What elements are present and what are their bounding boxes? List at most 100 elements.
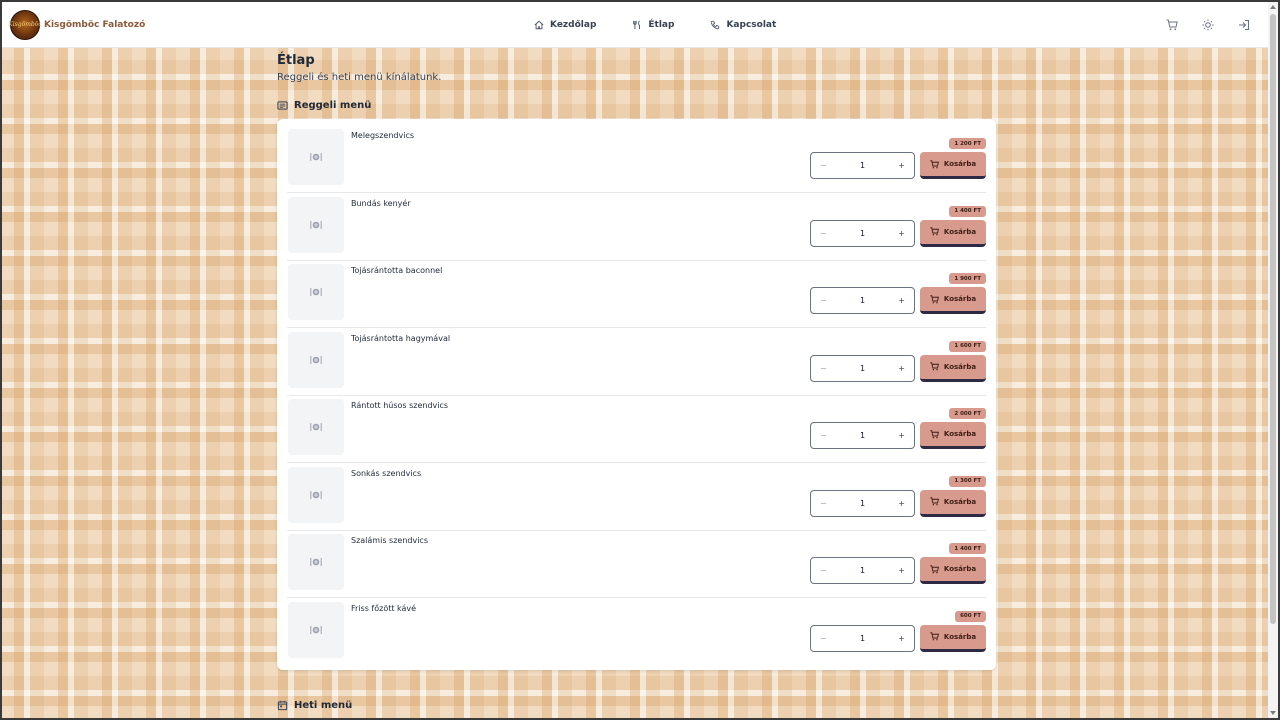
quantity-value[interactable]: 1: [860, 296, 865, 305]
menu-item: Tojásrántotta hagymával 1 600 FT − 1 + K…: [287, 322, 986, 396]
add-to-cart-button[interactable]: Kosárba: [920, 152, 986, 179]
item-image-placeholder: [288, 466, 344, 523]
add-to-cart-button[interactable]: Kosárba: [920, 354, 986, 382]
quantity-value[interactable]: 1: [860, 634, 865, 643]
cart-icon: [930, 159, 939, 168]
cart-icon: [930, 429, 939, 438]
item-name: Rántott húsos szendvics: [351, 401, 449, 410]
cart-icon: [930, 564, 939, 573]
price-badge: 1 400 FT: [949, 543, 986, 554]
section-heading-weekly: Heti menü: [277, 700, 352, 711]
nav-link-contact[interactable]: Kapcsolat: [710, 20, 776, 30]
scroll-down-arrow[interactable]: [1270, 711, 1276, 715]
add-to-cart-label: Kosárba: [943, 362, 977, 371]
scroll-thumb[interactable]: [1270, 14, 1276, 624]
add-to-cart-button[interactable]: Kosárba: [920, 489, 986, 517]
increase-button[interactable]: +: [898, 634, 905, 643]
quantity-value[interactable]: 1: [860, 229, 865, 238]
quantity-value[interactable]: 1: [860, 566, 865, 575]
increase-button[interactable]: +: [898, 431, 905, 440]
item-name: Friss főzött kávé: [351, 603, 417, 613]
increase-button[interactable]: +: [898, 229, 905, 238]
quantity-value[interactable]: 1: [860, 431, 865, 440]
cart-icon[interactable]: [1166, 19, 1178, 31]
increase-button[interactable]: +: [898, 296, 905, 305]
nav-actions: [1166, 2, 1250, 48]
increase-button[interactable]: +: [898, 499, 905, 508]
item-name: Tojásrántotta baconnel: [351, 266, 443, 275]
add-to-cart-button[interactable]: Kosárba: [920, 557, 986, 584]
section-title: Heti menü: [294, 700, 353, 711]
item-name: Bundás kenyér: [351, 198, 411, 208]
add-to-cart-button[interactable]: Kosárba: [920, 219, 986, 247]
decrease-button[interactable]: −: [820, 296, 827, 305]
item-image-placeholder: [288, 264, 344, 320]
nav-link-label: Kezdőlap: [550, 20, 597, 30]
nav-link-menu[interactable]: Étlap: [632, 20, 674, 30]
add-to-cart-button[interactable]: Kosárba: [920, 422, 986, 449]
item-image-placeholder: [288, 534, 344, 590]
navbar: Kisgömböc Kisgömböc Falatozó Kezdőlap Ét…: [2, 2, 1268, 48]
brand-logo: Kisgömböc: [8, 9, 42, 40]
quantity-stepper: − 1 +: [810, 287, 915, 314]
decrease-button[interactable]: −: [820, 431, 827, 440]
add-to-cart-button[interactable]: Kosárba: [920, 287, 986, 314]
quantity-stepper: − 1 +: [810, 624, 915, 652]
nav-link-label: Kapcsolat: [726, 20, 777, 30]
quantity-value[interactable]: 1: [860, 161, 865, 170]
logo-text: Kisgömböc: [8, 21, 42, 28]
brand[interactable]: Kisgömböc Kisgömböc Falatozó: [8, 9, 145, 40]
add-to-cart-label: Kosárba: [943, 497, 977, 506]
quantity-stepper: − 1 +: [810, 354, 915, 382]
decrease-button[interactable]: −: [820, 229, 827, 238]
decrease-button[interactable]: −: [820, 634, 827, 643]
menu-item: Melegszendvics 1 200 FT − 1 + Kosárba: [287, 119, 986, 193]
decrease-button[interactable]: −: [820, 566, 827, 575]
scroll-up-arrow[interactable]: [1270, 5, 1276, 9]
quantity-stepper: − 1 +: [810, 422, 915, 449]
page-title: Étlap: [277, 53, 315, 68]
section-title: Reggeli menü: [294, 100, 372, 111]
quantity-stepper: − 1 +: [810, 219, 915, 247]
quantity-stepper: − 1 +: [810, 489, 915, 517]
main-nav: Kezdőlap Étlap Kapcsolat: [534, 2, 776, 48]
quantity-value[interactable]: 1: [860, 499, 865, 508]
price-badge: 2 000 FT: [949, 408, 986, 419]
page-scrollbar[interactable]: [1268, 2, 1278, 718]
plate-icon: [310, 423, 322, 431]
decrease-button[interactable]: −: [820, 499, 827, 508]
item-image-placeholder: [288, 601, 344, 658]
decrease-button[interactable]: −: [820, 161, 827, 170]
item-name: Melegszendvics: [351, 131, 415, 140]
plate-icon: [310, 355, 322, 364]
increase-button[interactable]: +: [898, 364, 905, 373]
price-badge: 1 300 FT: [949, 475, 986, 487]
quantity-value[interactable]: 1: [860, 364, 865, 373]
increase-button[interactable]: +: [898, 161, 905, 170]
utensils-icon: [633, 20, 641, 30]
login-icon[interactable]: [1238, 19, 1250, 31]
quantity-stepper: − 1 +: [810, 152, 915, 179]
nav-link-home[interactable]: Kezdőlap: [534, 20, 596, 30]
add-to-cart-button[interactable]: Kosárba: [920, 624, 986, 652]
sun-icon[interactable]: [1202, 19, 1214, 31]
price-badge: 1 900 FT: [949, 273, 986, 284]
item-image-placeholder: [288, 399, 344, 455]
add-to-cart-label: Kosárba: [943, 160, 977, 168]
price-badge: 600 FT: [955, 610, 986, 622]
phone-icon: [711, 20, 720, 30]
plate-icon: [310, 625, 322, 634]
menu-item: Bundás kenyér 1 400 FT − 1 + Kosárba: [287, 187, 986, 261]
page-subtitle: Reggeli és heti menü kínálatunk.: [277, 72, 442, 83]
plate-icon: [310, 288, 322, 296]
plate-icon: [310, 490, 322, 499]
menu-item: Tojásrántotta baconnel 1 900 FT − 1 + Ko…: [287, 254, 986, 328]
item-name: Sonkás szendvics: [351, 468, 422, 478]
plate-icon: [310, 220, 322, 229]
decrease-button[interactable]: −: [820, 364, 827, 373]
increase-button[interactable]: +: [898, 566, 905, 575]
add-to-cart-label: Kosárba: [943, 430, 977, 438]
item-name: Szalámis szendvics: [351, 536, 428, 545]
cart-icon: [930, 497, 939, 506]
menu-item: Rántott húsos szendvics 2 000 FT − 1 + K…: [287, 389, 986, 463]
